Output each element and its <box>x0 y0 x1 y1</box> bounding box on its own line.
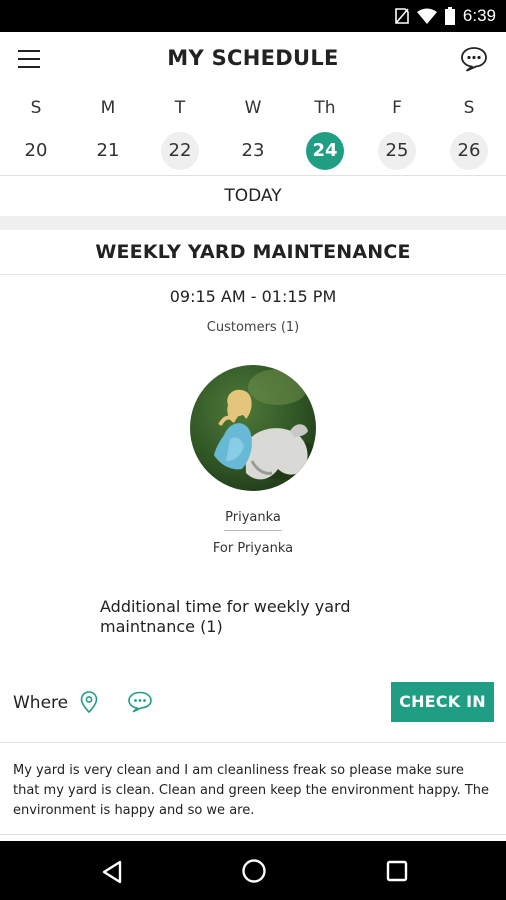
weekday-label: Th <box>314 98 336 118</box>
date-21[interactable]: 21 <box>89 132 127 170</box>
message-icon[interactable] <box>127 691 153 713</box>
status-time: 6:39 <box>462 6 496 25</box>
avatar <box>190 365 316 491</box>
app-bar: MY SCHEDULE <box>0 32 506 88</box>
where-row: Where CHECK IN <box>0 682 506 724</box>
divider <box>0 742 506 743</box>
check-in-button[interactable]: CHECK IN <box>391 682 494 722</box>
date-26[interactable]: 26 <box>450 132 488 170</box>
for-customer-label: For Priyanka <box>212 541 294 556</box>
avatar-photo <box>190 365 316 491</box>
weekday-row: S M T W Th F S <box>0 98 506 132</box>
weekday-label: S <box>30 98 42 118</box>
wifi-icon <box>416 8 437 24</box>
back-icon[interactable] <box>100 859 126 885</box>
where-label: Where <box>13 693 69 713</box>
date-25[interactable]: 25 <box>378 132 416 170</box>
event-title: WEEKLY YARD MAINTENANCE <box>0 230 506 275</box>
home-icon[interactable] <box>241 858 267 884</box>
status-bar: 6:39 <box>0 0 506 32</box>
location-pin-icon[interactable] <box>80 691 98 713</box>
divider <box>0 834 506 835</box>
date-22[interactable]: 22 <box>161 132 199 170</box>
weekday-label: M <box>100 98 116 118</box>
additional-time-label: Additional time for weekly yard maintnan… <box>100 597 351 636</box>
weekday-label: W <box>244 98 262 118</box>
weekday-label: S <box>463 98 475 118</box>
customer-name[interactable]: Priyanka <box>224 510 282 531</box>
battery-icon <box>444 7 455 25</box>
navigation-bar <box>0 841 506 900</box>
date-23[interactable]: 23 <box>234 132 272 170</box>
no-sim-icon <box>395 8 409 24</box>
date-24-selected[interactable]: 24 <box>306 132 344 170</box>
weekday-label: F <box>392 98 402 118</box>
date-20[interactable]: 20 <box>17 132 55 170</box>
chat-icon[interactable] <box>460 46 488 72</box>
page-title: MY SCHEDULE <box>167 46 339 70</box>
today-button[interactable]: TODAY <box>0 175 506 216</box>
event-notes: My yard is very clean and I am cleanline… <box>13 763 490 818</box>
date-row: 20 21 22 23 24 25 26 <box>0 132 506 174</box>
recent-apps-icon[interactable] <box>385 859 409 883</box>
section-separator <box>0 216 506 230</box>
event-time: 09:15 AM - 01:15 PM <box>169 287 337 306</box>
weekday-label: T <box>174 98 186 118</box>
customers-label: Customers (1) <box>206 320 300 335</box>
